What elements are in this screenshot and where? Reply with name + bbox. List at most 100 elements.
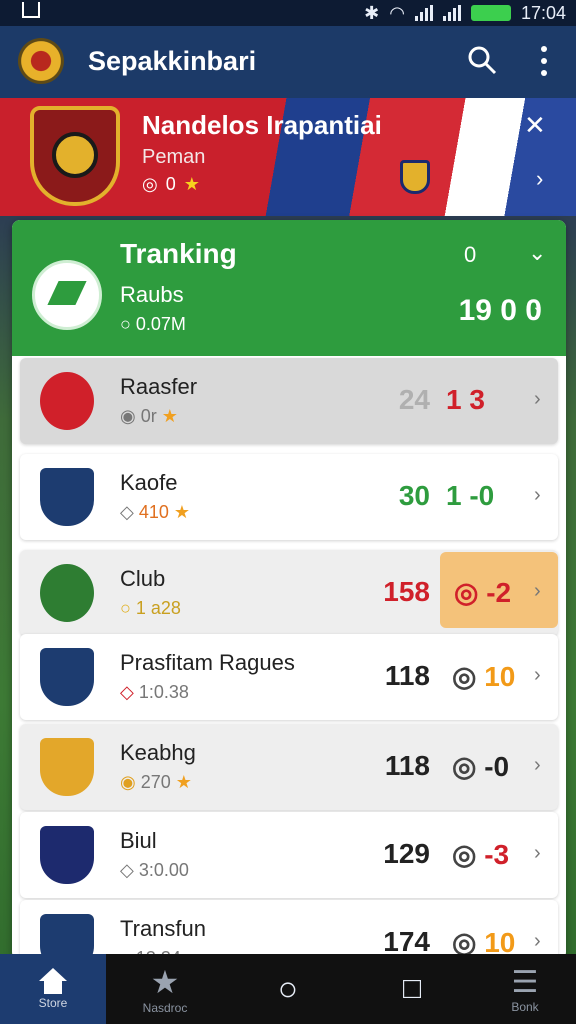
team-meta-value: 1:0.38 — [138, 682, 189, 702]
square-icon: □ — [402, 972, 422, 1005]
team-meta-value: 1 a28 — [135, 598, 181, 618]
pin-icon: ◎ — [452, 839, 477, 870]
team-crest — [40, 564, 94, 622]
team-score-value: 10 — [484, 661, 516, 692]
team-score: 1 3 — [446, 384, 485, 415]
team-meta-value: 270 — [140, 772, 171, 792]
chevron-right-icon: › — [534, 664, 541, 686]
bottom-navigation: Store ★ Nasdroc ○ □ ☰ Bonk — [0, 954, 576, 1024]
chevron-down-icon[interactable]: ⌄ — [528, 240, 546, 266]
status-time: 17:04 — [520, 2, 566, 23]
chevron-right-icon: › — [534, 580, 541, 602]
team-points: 24 — [398, 384, 430, 415]
signal-icon — [414, 5, 433, 21]
pin-icon: ◎ — [452, 751, 477, 782]
nav-square-button[interactable]: □ — [374, 954, 450, 1024]
team-name: Kaofe — [120, 470, 178, 495]
nav-home[interactable]: Store — [0, 954, 106, 1024]
chevron-right-icon: › — [534, 930, 541, 952]
star-icon: ★ — [175, 772, 192, 792]
team-name: Club — [120, 566, 166, 591]
notification-icon — [22, 2, 40, 18]
table-row[interactable]: Keabhg ◉ 270 ★ 118 ◎ -0 › — [20, 724, 558, 810]
team-name: Prasfitam Ragues — [120, 650, 295, 675]
chevron-right-icon: › — [534, 754, 541, 776]
more-options-icon[interactable] — [534, 44, 554, 78]
close-icon[interactable]: ✕ — [524, 110, 546, 141]
team-points: 118 — [384, 750, 430, 781]
search-icon[interactable] — [466, 44, 498, 76]
team-name: Biul — [120, 828, 157, 853]
team-score: ◎ -2 — [454, 576, 511, 609]
table-row[interactable]: Prasfitam Ragues ◇ 1:0.38 118 ◎ 10 › — [20, 634, 558, 720]
team-crest — [40, 372, 94, 430]
nav-profile[interactable]: ☰ Bonk — [480, 954, 570, 1024]
team-score: ◎ 10 — [452, 660, 515, 693]
team-points: 158 — [383, 576, 430, 607]
clock-icon: ○ — [120, 314, 131, 334]
signal-icon-2 — [442, 5, 461, 21]
opponent-crest — [400, 160, 430, 194]
team-meta-value: 0r — [140, 406, 157, 426]
app-bar: Sepakkinbari — [0, 26, 576, 98]
chevron-right-icon: › — [534, 484, 541, 506]
bluetooth-icon: ✱ — [364, 2, 380, 23]
banner-top-value: 0 — [462, 112, 476, 139]
nav-favorites[interactable]: ★ Nasdroc — [110, 954, 220, 1024]
badge-icon: ◉ — [120, 406, 136, 426]
ranking-meta: ○ 0.07M — [120, 314, 186, 335]
nav-circle-button[interactable]: ○ — [250, 954, 326, 1024]
team-crest — [40, 826, 94, 884]
banner-meta: ◎ 0 ★ — [142, 174, 200, 195]
nav-home-label: Store — [38, 996, 68, 1010]
team-score: ◎ -0 — [452, 750, 509, 783]
banner-meta-value: 0 — [165, 174, 176, 194]
banner-team-name: Nandelos Irapantiai — [142, 110, 382, 140]
shield-icon: ◇ — [120, 860, 134, 880]
chevron-right-icon: › — [534, 388, 541, 410]
star-icon: ★ — [161, 406, 178, 426]
nav-favorites-label: Nasdroc — [142, 1001, 188, 1015]
star-icon: ★ — [173, 502, 191, 522]
team-crest — [40, 648, 94, 706]
chevron-right-icon[interactable]: › — [536, 166, 543, 192]
ranking-card: Tranking Raubs ○ 0.07M 0 ⌄ 19 0 0 › Raas… — [12, 220, 566, 960]
ranking-subtitle: Raubs — [120, 282, 184, 307]
table-row[interactable]: Raasfer ◉ 0r ★ 24 1 3 › — [20, 358, 558, 444]
chevron-right-icon[interactable]: › — [534, 298, 541, 324]
team-meta: ◉ 270 ★ — [120, 772, 192, 793]
ranking-meta-value: 0.07M — [135, 314, 186, 334]
badge-icon: ◉ — [120, 772, 136, 792]
app-logo — [18, 38, 64, 84]
star-icon: ★ — [150, 964, 180, 1000]
team-name: Raasfer — [120, 374, 198, 399]
star-icon: ★ — [183, 174, 200, 194]
pin-icon: ◎ — [454, 577, 479, 608]
wifi-icon: ◠ — [389, 2, 405, 23]
table-row[interactable]: Transfun ○ 13.34 174 ◎ 10 › — [20, 900, 558, 960]
table-row[interactable]: Club ○ 1 a28 158 ◎ -2 › — [20, 550, 558, 636]
team-meta: ◇ 1:0.38 — [120, 682, 189, 703]
pin-icon: ◎ — [452, 661, 477, 692]
ranking-title: Tranking — [120, 238, 237, 269]
home-icon — [36, 968, 70, 996]
team-meta: ◉ 0r ★ — [120, 406, 178, 427]
team-score: 1 -0 — [446, 480, 495, 511]
shield-icon: ◇ — [120, 502, 134, 522]
status-bar: ✱ ◠ 17:04 — [0, 0, 576, 26]
list-icon: ☰ — [511, 965, 539, 999]
table-row[interactable]: Kaofe ◇ 410 ★ 30 1 -0 › — [20, 454, 558, 540]
team-score-value: -0 — [484, 751, 510, 782]
team-name: Keabhg — [120, 740, 196, 765]
league-logo — [32, 260, 102, 330]
table-row[interactable]: Biul ◇ 3:0.00 129 ◎ -3 › — [20, 812, 558, 898]
featured-match-banner[interactable]: Nandelos Irapantiai Peman ◎ 0 ★ 0 ✕ 11 3… — [0, 98, 576, 216]
circle-icon: ○ — [277, 969, 299, 1008]
nav-profile-label: Bonk — [511, 999, 539, 1014]
team-crest — [40, 738, 94, 796]
ranking-header[interactable]: Tranking Raubs ○ 0.07M 0 ⌄ 19 0 0 › — [12, 220, 566, 356]
banner-score: 11 3 — [458, 162, 511, 193]
ranking-top-num: 0 — [464, 242, 477, 267]
team-points: 129 — [383, 838, 430, 869]
ranking-score: 19 0 0 — [458, 294, 542, 327]
